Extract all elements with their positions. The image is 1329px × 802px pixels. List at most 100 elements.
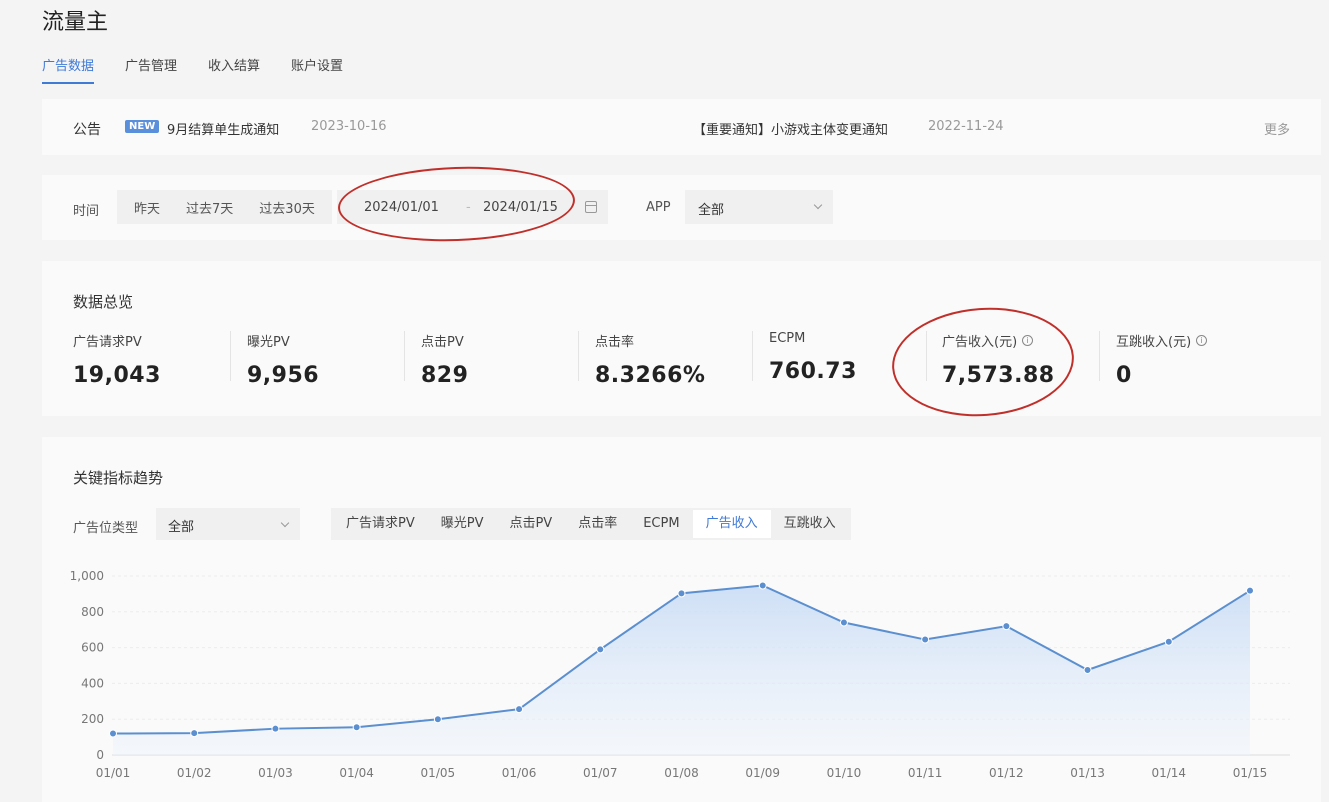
range-7days-button[interactable]: 过去7天 bbox=[173, 198, 246, 217]
metric-jump-income: 互跳收入(元) i 0 bbox=[1116, 331, 1266, 388]
y-tick-label: 200 bbox=[81, 712, 104, 726]
y-tick-label: 800 bbox=[81, 605, 104, 619]
x-tick-label: 01/13 bbox=[1070, 766, 1105, 780]
metric-value: 0 bbox=[1116, 363, 1132, 388]
notice-bar: 公告 NEW 9月结算单生成通知 2023-10-16 【重要通知】小游戏主体变… bbox=[42, 99, 1321, 155]
more-link[interactable]: 更多 bbox=[1264, 119, 1290, 138]
date-separator: - bbox=[466, 199, 471, 215]
metric-label: ECPM bbox=[769, 331, 806, 346]
y-tick-label: 600 bbox=[81, 641, 104, 655]
notice-link-2[interactable]: 【重要通知】小游戏主体变更通知 bbox=[693, 119, 888, 138]
metric-label: 点击PV bbox=[421, 335, 464, 350]
x-tick-label: 01/11 bbox=[908, 766, 943, 780]
metric-ecpm: ECPM 760.73 bbox=[769, 331, 919, 384]
metric-request-pv: 广告请求PV 19,043 bbox=[73, 331, 223, 388]
metric-label-text: 互跳收入(元) bbox=[1116, 335, 1192, 350]
data-point bbox=[1002, 622, 1011, 631]
metric-divider bbox=[1099, 331, 1100, 381]
data-point bbox=[271, 724, 280, 733]
metric-value: 8.3266% bbox=[595, 363, 706, 388]
nav-ad-data[interactable]: 广告数据 bbox=[42, 55, 95, 84]
info-icon[interactable]: i bbox=[1196, 335, 1208, 346]
trend-panel: 关键指标趋势 广告位类型 全部 广告请求PV 曝光PV 点击PV 点击率 ECP… bbox=[42, 437, 1321, 802]
metric-value: 9,956 bbox=[247, 363, 320, 388]
calendar-icon[interactable] bbox=[585, 201, 597, 213]
nav-ad-management[interactable]: 广告管理 bbox=[125, 55, 177, 84]
x-tick-label: 01/05 bbox=[421, 766, 456, 780]
data-point bbox=[1083, 665, 1092, 674]
main-nav: 广告数据 广告管理 收入结算 账户设置 bbox=[42, 55, 374, 84]
app-select-value: 全部 bbox=[698, 203, 725, 218]
data-point bbox=[190, 729, 199, 738]
quick-range-group: 昨天 过去7天 过去30天 bbox=[117, 190, 332, 224]
data-point bbox=[352, 723, 361, 732]
metric-value: 19,043 bbox=[73, 363, 161, 388]
range-30days-button[interactable]: 过去30天 bbox=[246, 198, 328, 217]
x-tick-label: 01/12 bbox=[989, 766, 1024, 780]
date-range-picker[interactable]: 2024/01/01 - 2024/01/15 bbox=[337, 190, 608, 224]
trend-chart: 0 200 400 600 800 1,000 01/01 01/02 01/03 01/04 01… bbox=[70, 569, 1290, 780]
overview-panel: 数据总览 广告请求PV 19,043 曝光PV 9,956 点击PV 829 点… bbox=[42, 261, 1321, 416]
notice-label: 公告 bbox=[73, 122, 101, 138]
x-tick-label: 01/04 bbox=[339, 766, 374, 780]
range-yesterday-button[interactable]: 昨天 bbox=[121, 198, 173, 217]
x-tick-label: 01/15 bbox=[1233, 766, 1268, 780]
data-point bbox=[109, 729, 117, 738]
data-point bbox=[921, 635, 930, 644]
metric-label: 广告收入(元) i bbox=[942, 331, 1092, 350]
data-point bbox=[515, 705, 524, 714]
data-point bbox=[1164, 637, 1173, 646]
data-point bbox=[677, 589, 686, 598]
metric-exposure-pv: 曝光PV 9,956 bbox=[247, 331, 397, 388]
data-point bbox=[839, 618, 848, 627]
data-point bbox=[433, 715, 442, 724]
chevron-down-icon bbox=[813, 200, 823, 210]
metric-label: 互跳收入(元) i bbox=[1116, 331, 1266, 350]
metric-label-text: 广告收入(元) bbox=[942, 335, 1018, 350]
metric-ad-income: 广告收入(元) i 7,573.88 bbox=[942, 331, 1092, 388]
start-date[interactable]: 2024/01/01 bbox=[364, 200, 439, 215]
filter-bar: 时间 昨天 过去7天 过去30天 2024/01/01 - 2024/01/15… bbox=[42, 175, 1321, 240]
x-tick-label: 01/09 bbox=[745, 766, 780, 780]
notice-link-1[interactable]: 9月结算单生成通知 bbox=[167, 119, 279, 138]
app-select[interactable]: 全部 bbox=[685, 190, 833, 224]
nav-account-settings[interactable]: 账户设置 bbox=[291, 55, 343, 84]
metric-divider bbox=[926, 331, 927, 381]
series-area bbox=[113, 585, 1250, 755]
metric-label: 曝光PV bbox=[247, 335, 290, 350]
y-tick-label: 1,000 bbox=[70, 569, 104, 583]
x-tick-label: 01/14 bbox=[1151, 766, 1186, 780]
x-tick-label: 01/03 bbox=[258, 766, 293, 780]
overview-title: 数据总览 bbox=[73, 293, 134, 311]
metric-divider bbox=[404, 331, 405, 381]
notice-date-2: 2022-11-24 bbox=[928, 119, 1004, 134]
metric-label: 广告请求PV bbox=[73, 335, 142, 350]
x-tick-label: 01/10 bbox=[827, 766, 862, 780]
data-point bbox=[758, 581, 767, 590]
metric-label: 点击率 bbox=[595, 335, 635, 350]
nav-income-settlement[interactable]: 收入结算 bbox=[208, 55, 260, 84]
data-point bbox=[1246, 586, 1254, 595]
metric-divider bbox=[752, 331, 753, 381]
metric-click-pv: 点击PV 829 bbox=[421, 331, 571, 388]
notice-date-1: 2023-10-16 bbox=[311, 119, 387, 134]
metric-value: 7,573.88 bbox=[942, 363, 1055, 388]
info-icon[interactable]: i bbox=[1022, 335, 1034, 346]
metric-ctr: 点击率 8.3266% bbox=[595, 331, 745, 388]
x-tick-label: 01/07 bbox=[583, 766, 618, 780]
app-label: APP bbox=[646, 200, 671, 215]
metric-divider bbox=[578, 331, 579, 381]
data-point bbox=[596, 645, 605, 654]
app-title: 流量主 bbox=[42, 10, 109, 35]
y-tick-label: 0 bbox=[96, 748, 104, 762]
time-label: 时间 bbox=[73, 204, 100, 219]
end-date[interactable]: 2024/01/15 bbox=[483, 200, 558, 215]
metric-divider bbox=[230, 331, 231, 381]
y-tick-label: 400 bbox=[81, 676, 104, 690]
metric-value: 829 bbox=[421, 363, 469, 388]
new-badge: NEW bbox=[125, 120, 160, 133]
x-tick-label: 01/01 bbox=[96, 766, 131, 780]
metric-value: 760.73 bbox=[769, 359, 857, 384]
x-tick-label: 01/06 bbox=[502, 766, 537, 780]
x-tick-label: 01/08 bbox=[664, 766, 699, 780]
